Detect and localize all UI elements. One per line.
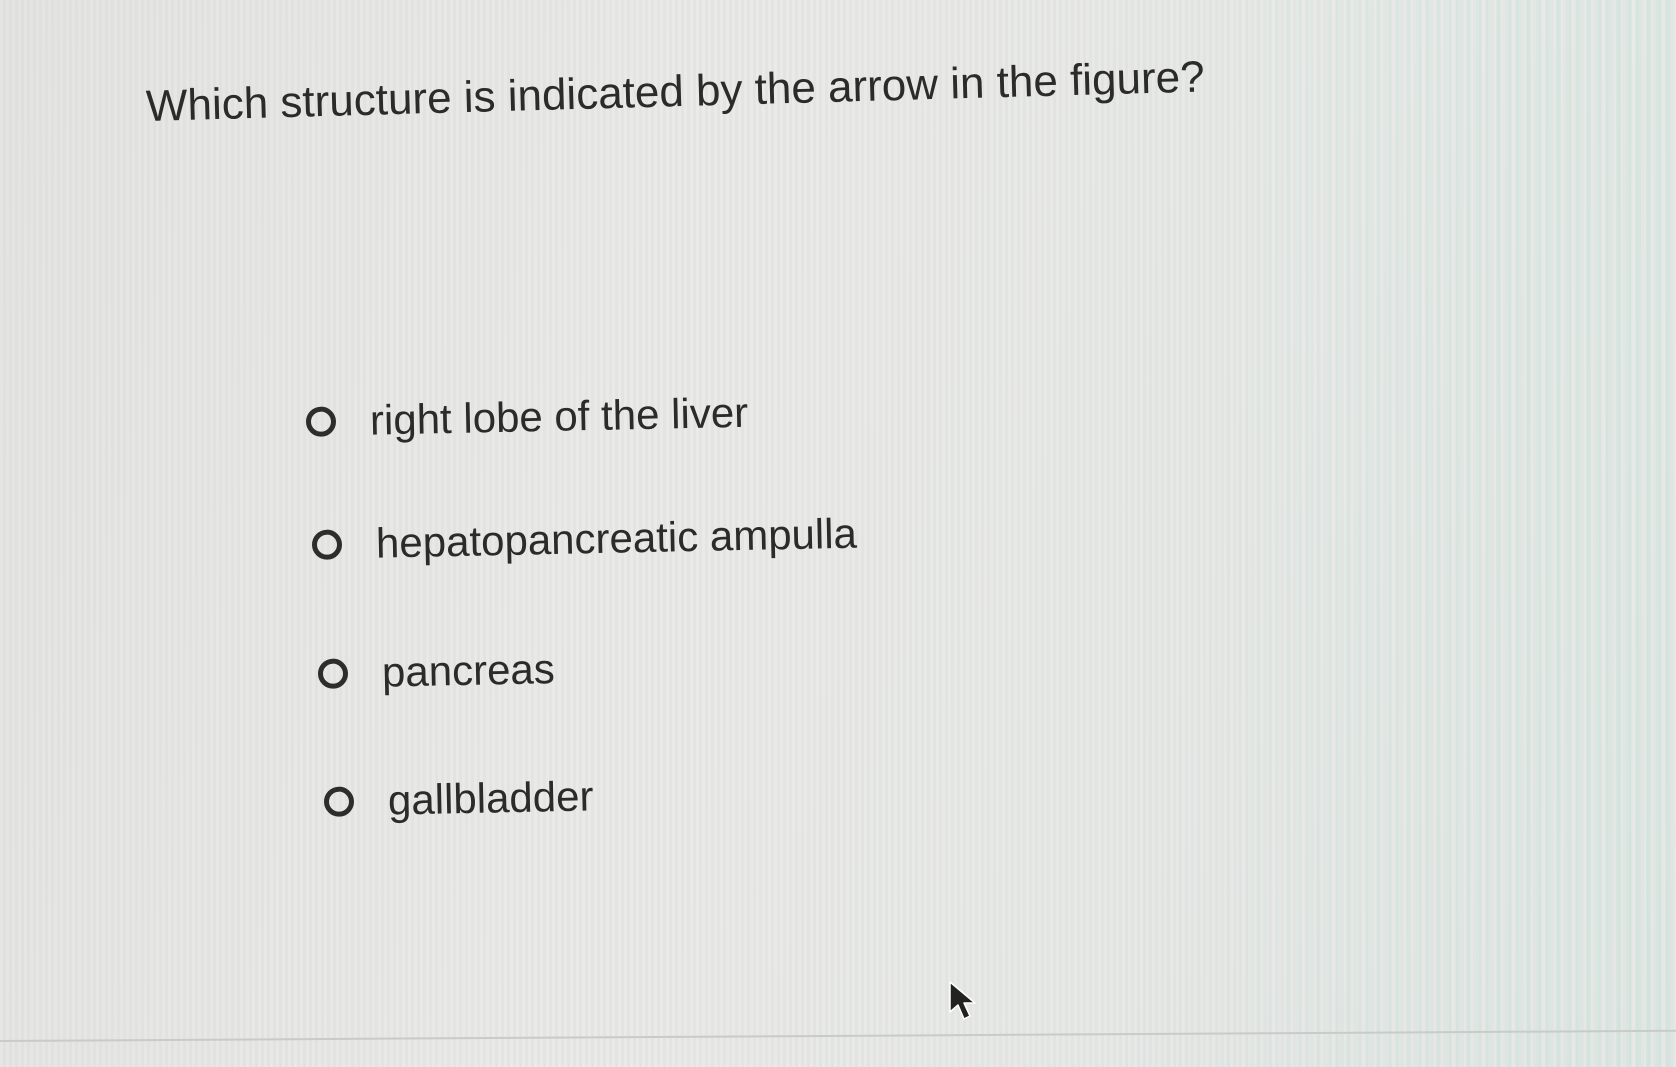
quiz-page: Which structure is indicated by the arro… — [0, 0, 1676, 1067]
answer-option-hepatopancreatic-ampulla[interactable]: hepatopancreatic ampulla — [311, 510, 857, 569]
mouse-pointer-icon — [949, 981, 976, 1020]
radio-button-icon[interactable] — [311, 529, 343, 560]
answer-option-gallbladder[interactable]: gallbladder — [323, 772, 594, 826]
answer-option-right-lobe-of-the-liver[interactable]: right lobe of the liver — [305, 388, 749, 446]
question-text: Which structure is indicated by the arro… — [145, 52, 1206, 131]
radio-button-icon[interactable] — [323, 786, 355, 817]
answer-option-label: hepatopancreatic ampulla — [375, 509, 858, 567]
answer-option-label: gallbladder — [387, 772, 594, 824]
answer-option-label: right lobe of the liver — [369, 388, 749, 444]
bottom-divider — [0, 1029, 1676, 1042]
radio-button-icon[interactable] — [317, 658, 349, 689]
answer-option-label: pancreas — [381, 645, 556, 696]
answer-option-pancreas[interactable]: pancreas — [317, 645, 555, 698]
radio-button-icon[interactable] — [305, 406, 337, 437]
